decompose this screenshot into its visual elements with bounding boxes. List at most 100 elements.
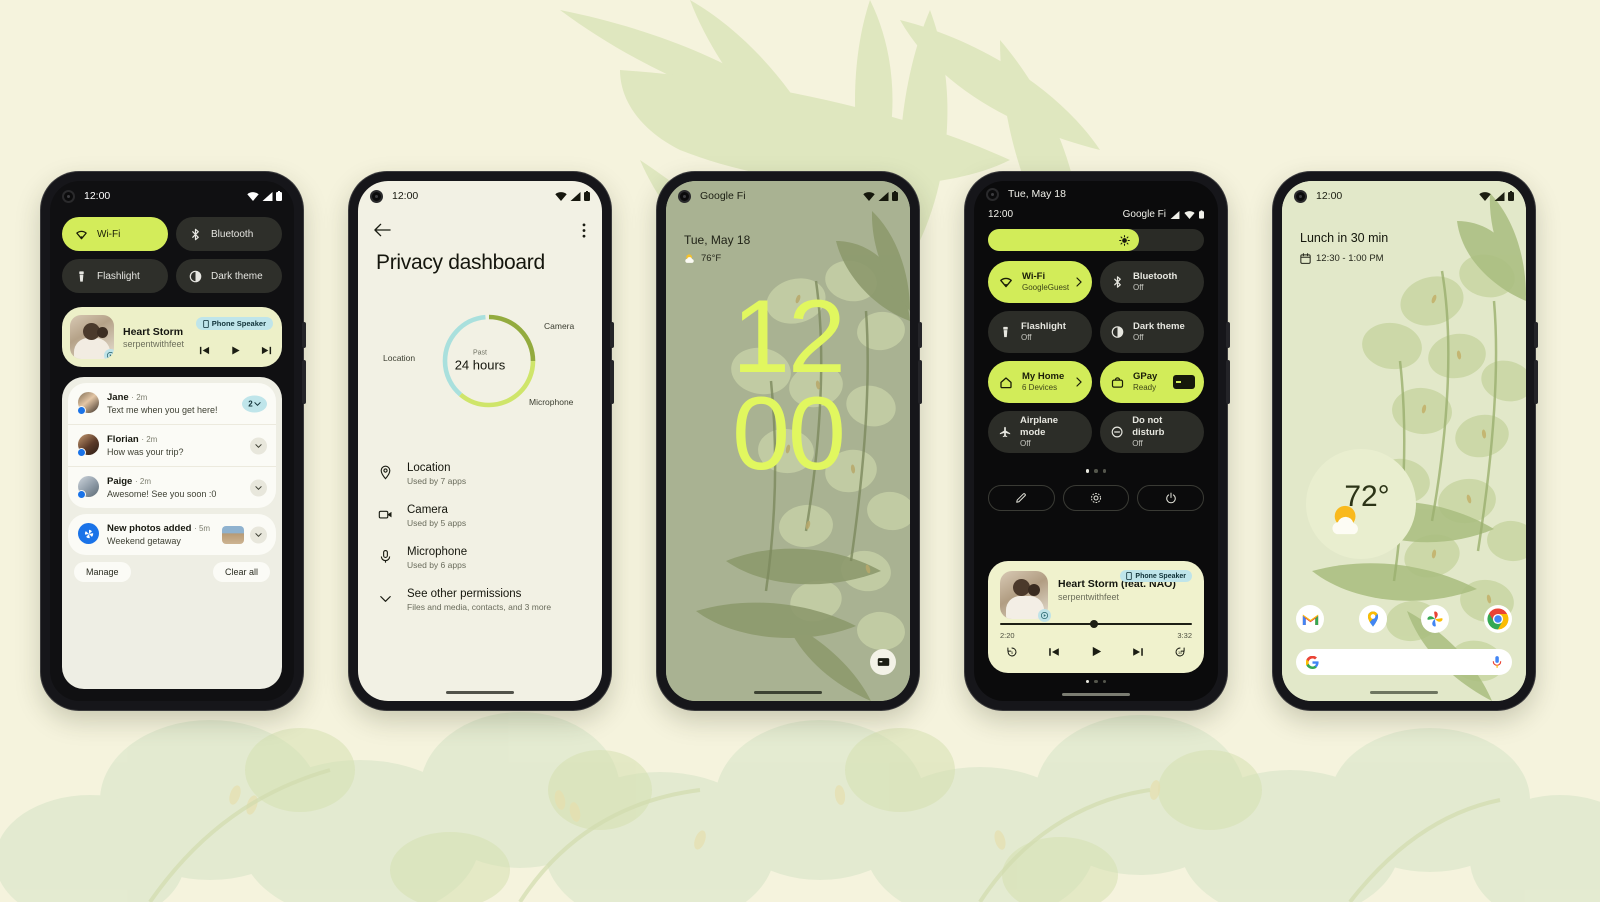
page-dot[interactable] [1094,469,1098,473]
notification-expand-count[interactable]: 2 [242,395,267,412]
volume-button[interactable] [302,360,306,404]
seek-knob[interactable] [1090,620,1099,628]
qs-tile-my-home[interactable]: My Home 6 Devices [988,361,1092,403]
volume-button[interactable] [1226,360,1230,404]
maps-icon[interactable] [1358,605,1387,633]
status-icons [863,191,898,201]
page-dot[interactable] [1094,679,1098,683]
qs-tile-do-not-disturb[interactable]: Do not disturb Off [1100,411,1204,453]
qs-tile-wifi[interactable]: Wi-Fi GoogleGuest [988,261,1092,303]
play-icon[interactable] [1090,645,1103,658]
clear-all-button[interactable]: Clear all [212,562,270,582]
power-button[interactable] [302,322,306,348]
gmail-icon[interactable] [1296,605,1324,633]
power-button[interactable] [1534,322,1538,348]
output-device-chip[interactable]: Phone Speaker [1120,570,1192,582]
notification-row[interactable]: Jane · 2m Text me when you get here! 2 [68,383,276,424]
replay-5-icon[interactable]: 5 [1006,646,1018,658]
permission-row-microphone[interactable]: Microphone Used by 6 apps [358,537,602,579]
signal-icon [1494,191,1505,201]
quick-settings-tile-grid: Wi-Fi GoogleGuest Bluetooth Off Flashlight… [988,261,1204,453]
permission-row-location[interactable]: Location Used by 7 apps [358,453,602,495]
notification-row[interactable]: Florian · 2m How was your trip? [68,424,276,466]
brightness-slider[interactable] [988,229,1204,251]
status-carrier: Google Fi [700,190,746,202]
power-button[interactable] [610,322,614,348]
page-dot[interactable] [1085,469,1090,473]
qs-tile-bluetooth[interactable]: Bluetooth Off [1100,261,1204,303]
qs-tile-flashlight[interactable]: Flashlight Off [988,311,1092,353]
power-button[interactable] [918,322,922,348]
qs-tile-gpay[interactable]: GPay Ready [1100,361,1204,403]
settings-button[interactable] [1062,485,1130,511]
phone3-status-bar: Google Fi [666,181,910,211]
signal-icon [1170,210,1180,219]
svg-text:5: 5 [1011,651,1013,655]
back-arrow-icon[interactable] [374,223,391,237]
home-gesture-bar[interactable] [1370,691,1438,694]
photos-icon[interactable] [1421,605,1450,633]
chevron-right-icon[interactable] [1076,377,1082,387]
next-icon[interactable] [261,345,272,356]
google-search-bar[interactable] [1296,649,1512,675]
qs-tile-wifi[interactable]: Wi-Fi [62,217,168,251]
app-badge-icon [77,406,86,415]
manage-button[interactable]: Manage [74,562,131,582]
do-not-disturb-icon [1111,426,1123,438]
notification-expand-button[interactable] [250,526,267,543]
app-play-badge [1038,609,1051,622]
page-dot[interactable] [1102,469,1107,473]
phone5-screen: 12:00 Lunch in 30 min 12:30 - 1:00 PM 72… [1282,181,1526,701]
edit-tiles-button[interactable] [988,485,1055,511]
permission-title: Microphone [407,546,468,558]
qs-tile-subtitle: Off [1133,332,1144,342]
wallet-shortcut-button[interactable] [870,649,896,675]
calendar-icon [1300,253,1311,264]
at-a-glance-title[interactable]: Lunch in 30 min [1300,231,1388,245]
partly-sunny-icon [685,254,694,263]
previous-icon[interactable] [1048,646,1060,658]
volume-button[interactable] [610,360,614,404]
microphone-icon[interactable] [1492,655,1502,669]
notification-time: 2m [146,435,158,444]
partly-sunny-icon [1332,505,1358,535]
previous-icon[interactable] [199,345,210,356]
forward-30-icon[interactable]: 30 [1174,646,1186,658]
power-menu-button[interactable] [1137,485,1204,511]
home-gesture-bar[interactable] [446,691,514,694]
bluetooth-icon [192,228,199,240]
media-player-card: Phone Speaker Heart Storm (feat. NAO) se… [988,561,1204,673]
qs-tile-dark-theme[interactable]: Dark theme Off [1100,311,1204,353]
notification-sender: Paige [107,476,133,487]
page-dot[interactable] [1085,679,1090,683]
notification-row[interactable]: Paige · 2m Awesome! See you soon :0 [68,466,276,508]
chrome-glyph [1487,608,1509,630]
power-button[interactable] [1226,322,1230,348]
permission-row-camera[interactable]: Camera Used by 5 apps [358,495,602,537]
chevron-right-icon[interactable] [1076,277,1082,287]
status-icons [555,191,590,201]
notification-body: Florian · 2m How was your trip? [107,434,266,457]
permission-row-see-other[interactable]: See other permissions Files and media, c… [358,579,602,621]
notification-row[interactable]: New photos added · 5m Weekend getaway [68,514,276,555]
weather-widget[interactable]: 72° [1306,449,1416,559]
page-dot[interactable] [1102,679,1107,683]
qs-tile-bluetooth[interactable]: Bluetooth [176,217,282,251]
home-gesture-bar[interactable] [1062,693,1130,696]
qs-tile-subtitle: Ready [1133,382,1157,392]
chrome-icon[interactable] [1483,605,1512,633]
notification-expand-button[interactable] [250,479,267,496]
volume-button[interactable] [1534,360,1538,404]
qs-clock: 12:00 [988,209,1014,220]
notification-expand-button[interactable] [250,437,267,454]
output-device-chip[interactable]: Phone Speaker [195,317,273,330]
play-icon[interactable] [230,345,241,356]
qs-tile-flashlight[interactable]: Flashlight [62,259,168,293]
media-seek-bar[interactable] [1000,620,1192,628]
qs-tile-dark-theme[interactable]: Dark theme [176,259,282,293]
volume-button[interactable] [918,360,922,404]
qs-tile-airplane-mode[interactable]: Airplane mode Off [988,411,1092,453]
next-icon[interactable] [1132,646,1144,658]
home-gesture-bar[interactable] [754,691,822,694]
overflow-menu-icon[interactable] [582,222,586,238]
